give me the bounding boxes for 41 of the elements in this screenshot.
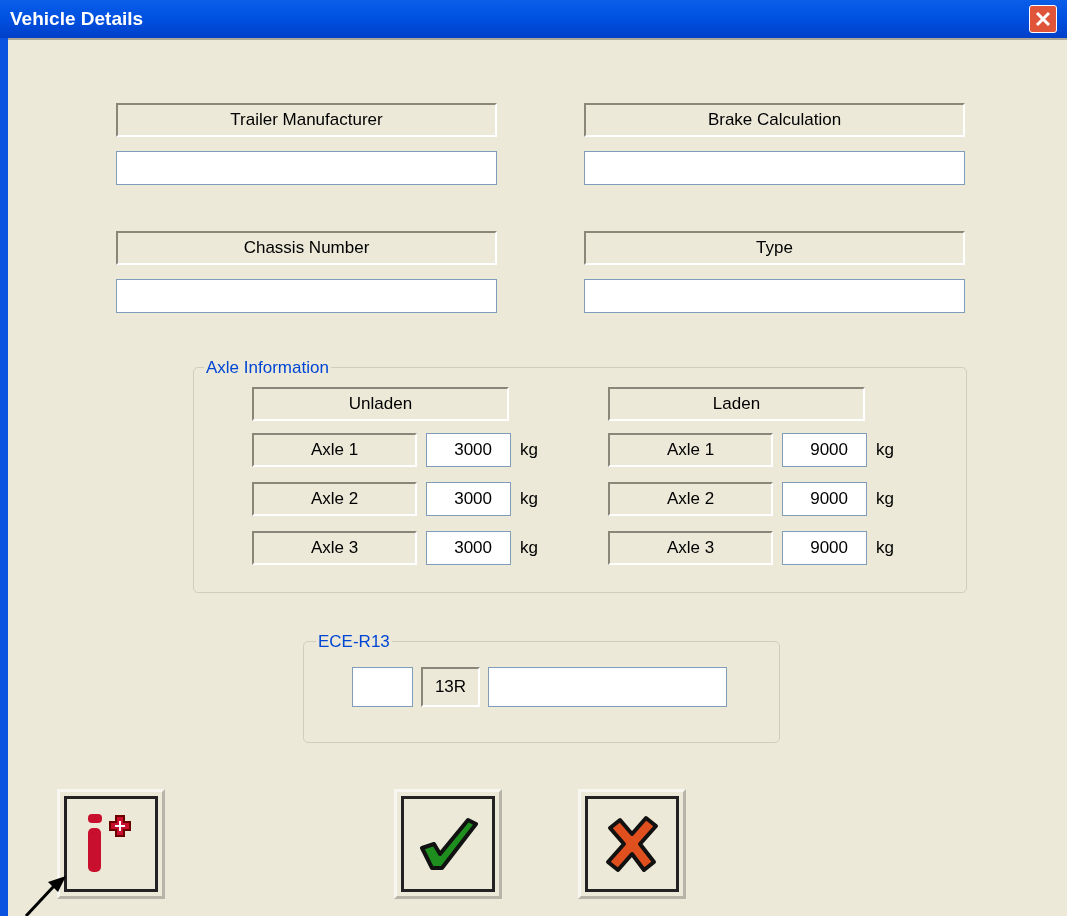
info-add-button[interactable]	[57, 789, 165, 899]
axle-label: Axle 1	[608, 433, 773, 467]
close-button[interactable]	[1029, 5, 1057, 33]
weight-input[interactable]: 3000	[426, 531, 511, 565]
unit-label: kg	[520, 488, 538, 511]
unit-label: kg	[520, 537, 538, 560]
weight-input[interactable]: 9000	[782, 482, 867, 516]
group-title: Axle Information	[206, 358, 329, 377]
column-heading: Unladen	[252, 386, 509, 421]
window-title: Vehicle Details	[10, 6, 144, 31]
input-field[interactable]	[584, 279, 965, 313]
close-icon	[1034, 10, 1052, 28]
unit-label: kg	[876, 537, 894, 560]
axle-label: Axle 3	[608, 531, 773, 565]
weight-input[interactable]: 9000	[782, 433, 867, 467]
field-label: Type	[584, 231, 965, 265]
column-heading: Laden	[608, 386, 865, 421]
unit-label: kg	[876, 488, 894, 511]
unit-label: kg	[876, 439, 894, 462]
weight-input[interactable]: 9000	[782, 531, 867, 565]
field-label: Brake Calculation	[584, 103, 965, 137]
input-field[interactable]	[584, 151, 965, 185]
axle-label: Axle 1	[252, 433, 417, 467]
input-field[interactable]	[116, 151, 497, 185]
checkmark-icon	[418, 816, 478, 872]
field-label: Chassis Number	[116, 231, 497, 265]
axle-label: Axle 2	[608, 482, 773, 516]
unit-label: kg	[520, 439, 538, 462]
pointer-arrow	[22, 876, 68, 916]
weight-input[interactable]: 3000	[426, 482, 511, 516]
input-field[interactable]	[352, 666, 413, 707]
axle-label: Axle 2	[252, 482, 417, 516]
axle-label: Axle 3	[252, 531, 417, 565]
cancel-button[interactable]	[578, 789, 686, 899]
input-field[interactable]	[488, 666, 727, 707]
group-title: ECE-R13	[318, 632, 390, 651]
field-label: Trailer Manufacturer	[116, 103, 497, 137]
code-label: 13R	[421, 666, 480, 707]
weight-input[interactable]: 3000	[426, 433, 511, 467]
input-field[interactable]	[116, 279, 497, 313]
ok-button[interactable]	[394, 789, 502, 899]
